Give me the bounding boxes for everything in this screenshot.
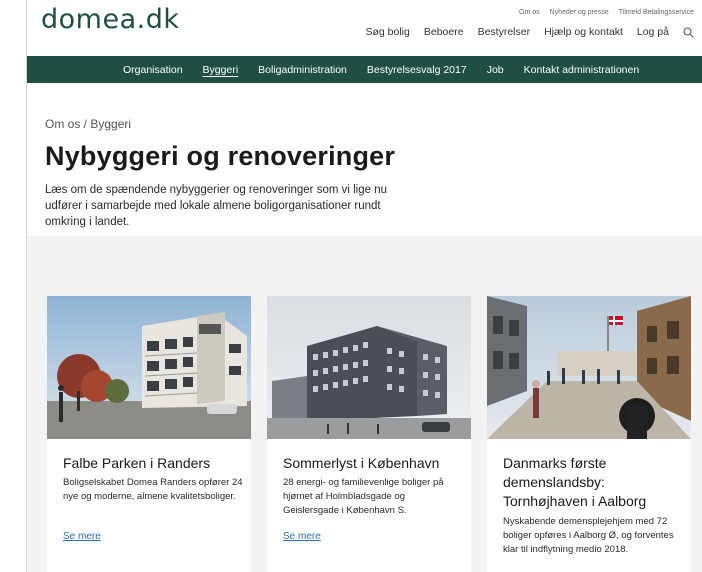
section-nav-byggeri[interactable]: Byggeri (203, 64, 239, 76)
nav-hjaelp-og-kontakt[interactable]: Hjælp og kontakt (544, 26, 623, 38)
project-card-tornhojhaven[interactable]: Danmarks første demenslandsby: Tornhøjha… (487, 296, 691, 572)
page-frame: domea.dk Om os Nyheder og presse Tilmeld… (26, 0, 702, 572)
project-image-sommerlyst[interactable] (267, 296, 471, 439)
project-card-sommerlyst[interactable]: Sommerlyst i København 28 energi- og fam… (267, 296, 471, 572)
breadcrumb[interactable]: Om os / Byggeri (45, 117, 131, 131)
main-nav: Søg bolig Beboere Bestyrelser Hjælp og k… (366, 26, 695, 38)
card-title[interactable]: Falbe Parken i Randers (63, 454, 243, 473)
section-nav-bestyrelsesvalg[interactable]: Bestyrelsesvalg 2017 (367, 64, 467, 76)
section-nav-job[interactable]: Job (487, 64, 504, 76)
card-link-se-mere[interactable]: Se mere (63, 531, 101, 542)
utility-link-betalingsservice[interactable]: Tilmeld Betalingsservice (619, 9, 694, 16)
utility-link-om-os[interactable]: Om os (519, 9, 540, 16)
nav-log-pa[interactable]: Log på (637, 26, 669, 38)
nav-sog-bolig[interactable]: Søg bolig (366, 26, 410, 38)
search-icon[interactable] (683, 26, 694, 38)
site-header: domea.dk Om os Nyheder og presse Tilmeld… (27, 0, 702, 50)
card-description: 28 energi- og familievenlige boliger på … (283, 477, 444, 516)
card-description: Boligselskabet Domea Randers opfører 24 … (63, 477, 243, 502)
site-logo[interactable]: domea.dk (41, 4, 179, 35)
utility-link-nyheder[interactable]: Nyheder og presse (550, 9, 609, 16)
project-image-tornhojhaven[interactable] (487, 296, 691, 439)
utility-nav: Om os Nyheder og presse Tilmeld Betaling… (519, 9, 694, 16)
intro-text: Læs om de spændende nybyggerier og renov… (45, 184, 388, 228)
nav-bestyrelser[interactable]: Bestyrelser (478, 26, 531, 38)
card-description: Nyskabende demensplejehjem med 72 bolige… (503, 516, 674, 555)
project-card-falbe-parken[interactable]: Falbe Parken i Randers Boligselskabet Do… (47, 296, 251, 572)
section-nav: Organisation Byggeri Boligadministration… (27, 56, 702, 83)
card-link-se-mere[interactable]: Se mere (283, 531, 321, 542)
card-title[interactable]: Danmarks første demenslandsby: Tornhøjha… (503, 454, 683, 511)
card-title[interactable]: Sommerlyst i København (283, 454, 463, 473)
section-nav-organisation[interactable]: Organisation (123, 64, 183, 76)
page-title: Nybyggeri og renoveringer (45, 141, 396, 171)
project-image-falbe-parken[interactable] (47, 296, 251, 439)
section-nav-boligadministration[interactable]: Boligadministration (258, 64, 347, 76)
nav-beboere[interactable]: Beboere (424, 26, 464, 38)
section-nav-kontakt[interactable]: Kontakt administrationen (524, 64, 640, 76)
